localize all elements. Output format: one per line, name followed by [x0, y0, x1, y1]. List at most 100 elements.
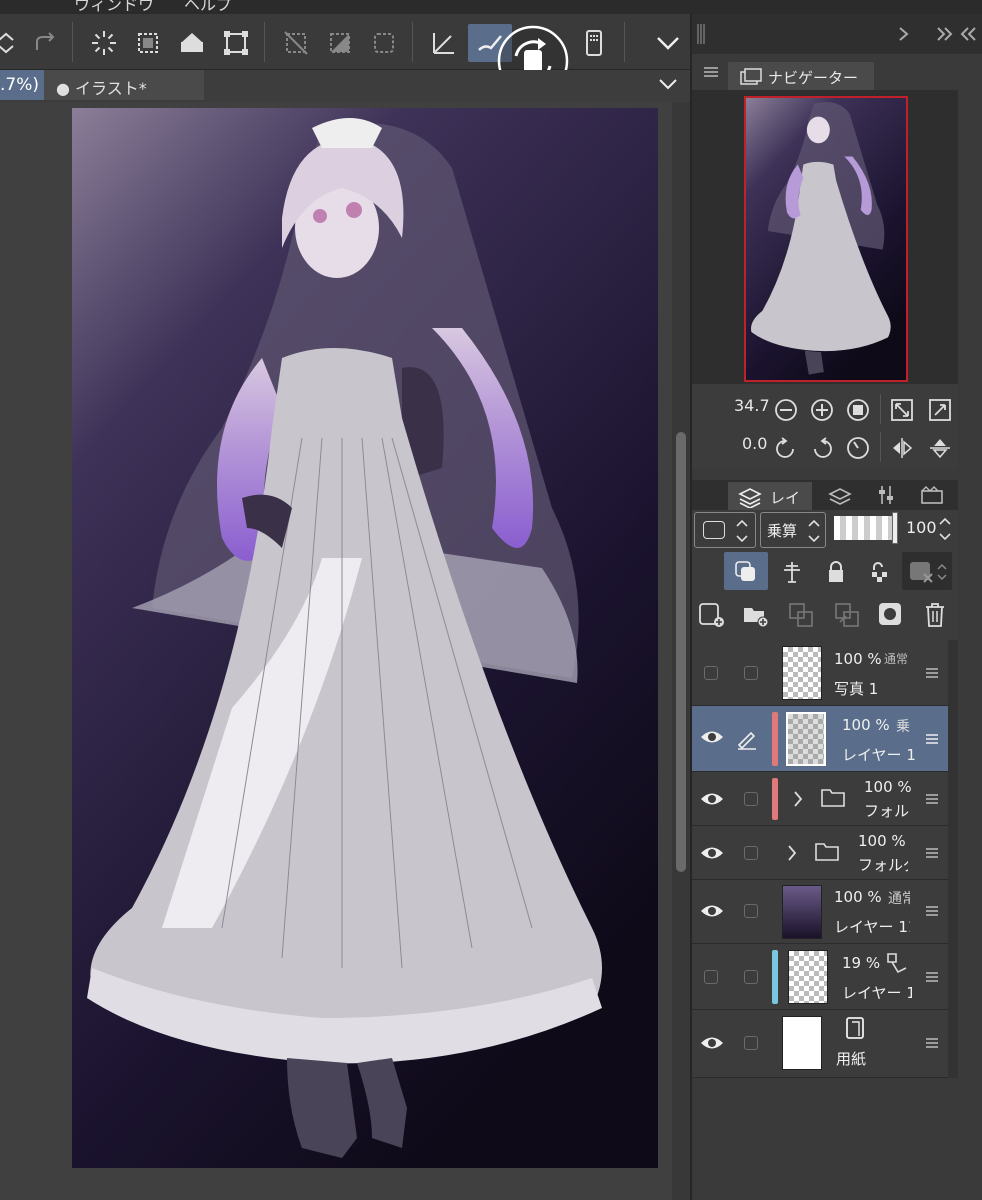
- pencil-icon[interactable]: [736, 728, 758, 750]
- selection-mode-button[interactable]: [366, 24, 402, 62]
- edit-lock-toggle[interactable]: [744, 970, 758, 984]
- fill-button[interactable]: [174, 24, 210, 62]
- drag-handle-icon[interactable]: [926, 734, 938, 744]
- rotation-value: 0.0: [742, 434, 768, 453]
- gradient-square-icon: [330, 33, 350, 53]
- tab-illust[interactable]: ● イラスト*: [44, 70, 204, 100]
- transfer-to-lower-icon[interactable]: [788, 602, 814, 628]
- ruler-button[interactable]: [426, 24, 462, 62]
- double-chevron-right-icon[interactable]: [936, 26, 954, 42]
- device-button[interactable]: [576, 24, 612, 62]
- lock-transparency-icon[interactable]: [868, 560, 892, 584]
- lock-icon[interactable]: [826, 560, 846, 584]
- adjust-sliders-icon[interactable]: [876, 484, 896, 506]
- layer-row-selected[interactable]: 100 % 乗算 レイヤー 12: [692, 706, 948, 772]
- opacity-value[interactable]: 100: [906, 518, 937, 537]
- visibility-toggle[interactable]: [704, 666, 718, 680]
- tab-previous[interactable]: .7%): [0, 70, 44, 100]
- new-raster-layer-icon[interactable]: [698, 602, 726, 628]
- fit-screen-icon[interactable]: [890, 398, 914, 422]
- hide-selection-button[interactable]: [278, 24, 314, 62]
- chevron-right-icon[interactable]: [786, 844, 798, 862]
- layer-blend-mode: 乗算: [896, 719, 910, 735]
- toolbar-expand-button[interactable]: [650, 24, 686, 62]
- edit-lock-toggle[interactable]: [744, 666, 758, 680]
- drag-handle-icon[interactable]: [926, 906, 938, 916]
- layer-row-folder[interactable]: 100 % フォルダー: [692, 826, 948, 880]
- flip-horizontal-icon[interactable]: [890, 436, 914, 460]
- new-folder-icon[interactable]: [742, 602, 770, 628]
- panel-menu-icon[interactable]: [704, 66, 718, 78]
- fit-stop-icon[interactable]: [846, 398, 870, 422]
- edit-lock-toggle[interactable]: [744, 846, 758, 860]
- merge-layer-icon[interactable]: [834, 602, 860, 628]
- chevron-right-icon[interactable]: [792, 790, 804, 808]
- layer-blend-mode: 通常: [888, 891, 910, 907]
- zoom-out-icon[interactable]: [774, 398, 798, 422]
- stepper-icon: [808, 519, 820, 543]
- eye-icon[interactable]: [700, 728, 724, 746]
- layer-name: フォルダー: [858, 856, 908, 874]
- transform-button[interactable]: [218, 24, 254, 62]
- clear-selection-button[interactable]: [86, 24, 122, 62]
- rotate-left-icon[interactable]: [774, 436, 798, 460]
- fit-width-icon[interactable]: [928, 398, 952, 422]
- bucket-icon: [181, 33, 203, 52]
- layer-name: レイヤー 12: [842, 746, 916, 764]
- edit-lock-toggle[interactable]: [744, 1036, 758, 1050]
- drag-handle-icon[interactable]: [926, 794, 938, 804]
- blend-mode-value: 乗算: [767, 522, 798, 540]
- clip-lower-button[interactable]: [724, 552, 768, 590]
- flip-vertical-icon[interactable]: [928, 436, 952, 460]
- layer-name: フォルダー: [864, 802, 910, 820]
- layer-blend-mode: 通常: [884, 652, 908, 666]
- eye-icon[interactable]: [700, 902, 724, 920]
- navigator-frame[interactable]: [744, 96, 908, 382]
- chevron-down-icon: [657, 37, 679, 50]
- layer-color-select[interactable]: [694, 512, 756, 548]
- zoom-in-icon[interactable]: [810, 398, 834, 422]
- reset-rotation-icon[interactable]: [846, 436, 870, 460]
- visibility-toggle[interactable]: [704, 970, 718, 984]
- drag-handle-icon[interactable]: [926, 972, 938, 982]
- opacity-slider[interactable]: [834, 512, 898, 544]
- drag-handle-icon[interactable]: [926, 848, 938, 858]
- gradient-button[interactable]: [322, 24, 358, 62]
- eye-icon[interactable]: [700, 790, 724, 808]
- layer-property-icon[interactable]: [828, 486, 852, 506]
- edit-lock-toggle[interactable]: [744, 904, 758, 918]
- canvas-scrollbar-thumb[interactable]: [676, 432, 686, 872]
- blend-mode-select[interactable]: 乗算: [760, 512, 826, 548]
- layer-row-paper[interactable]: 用紙: [692, 1010, 948, 1078]
- rotate-right-icon[interactable]: [810, 436, 834, 460]
- layer-row[interactable]: 19 % レイヤー 1: [692, 944, 948, 1010]
- redo-button[interactable]: [28, 24, 64, 62]
- layer-row-folder[interactable]: 100 % フォルダー: [692, 772, 948, 826]
- mask-toggle-button[interactable]: [902, 552, 952, 590]
- menu-window[interactable]: ウィンドウ: [74, 0, 154, 14]
- double-chevron-left-icon[interactable]: [960, 26, 978, 42]
- menu-help[interactable]: ヘルプ: [184, 0, 232, 14]
- drag-handle-icon[interactable]: [926, 668, 938, 678]
- layer-row[interactable]: 100 % 通常 レイヤー 11: [692, 880, 948, 944]
- layers-icon: [738, 488, 762, 508]
- eye-icon[interactable]: [700, 844, 724, 862]
- eye-icon[interactable]: [700, 1034, 724, 1052]
- trash-icon[interactable]: [924, 602, 946, 628]
- undo-button[interactable]: [0, 24, 24, 62]
- reference-layer-icon[interactable]: [780, 560, 804, 584]
- layer-name: 用紙: [836, 1050, 867, 1068]
- stepper-icon[interactable]: [938, 514, 952, 544]
- illustration-image: [72, 108, 658, 1168]
- drag-handle-icon[interactable]: [926, 1038, 938, 1048]
- tabs-menu-button[interactable]: [656, 74, 680, 96]
- command-bar: [0, 14, 692, 70]
- animation-icon[interactable]: [920, 486, 946, 504]
- edit-lock-toggle[interactable]: [744, 792, 758, 806]
- layer-row[interactable]: 100 % 通常 写真 1: [692, 640, 948, 706]
- artwork-canvas[interactable]: [72, 108, 658, 1168]
- layer-scrollbar[interactable]: [948, 640, 958, 1080]
- chevron-right-icon[interactable]: [896, 26, 910, 42]
- select-inverse-button[interactable]: [130, 24, 166, 62]
- layer-mask-icon[interactable]: [878, 602, 902, 626]
